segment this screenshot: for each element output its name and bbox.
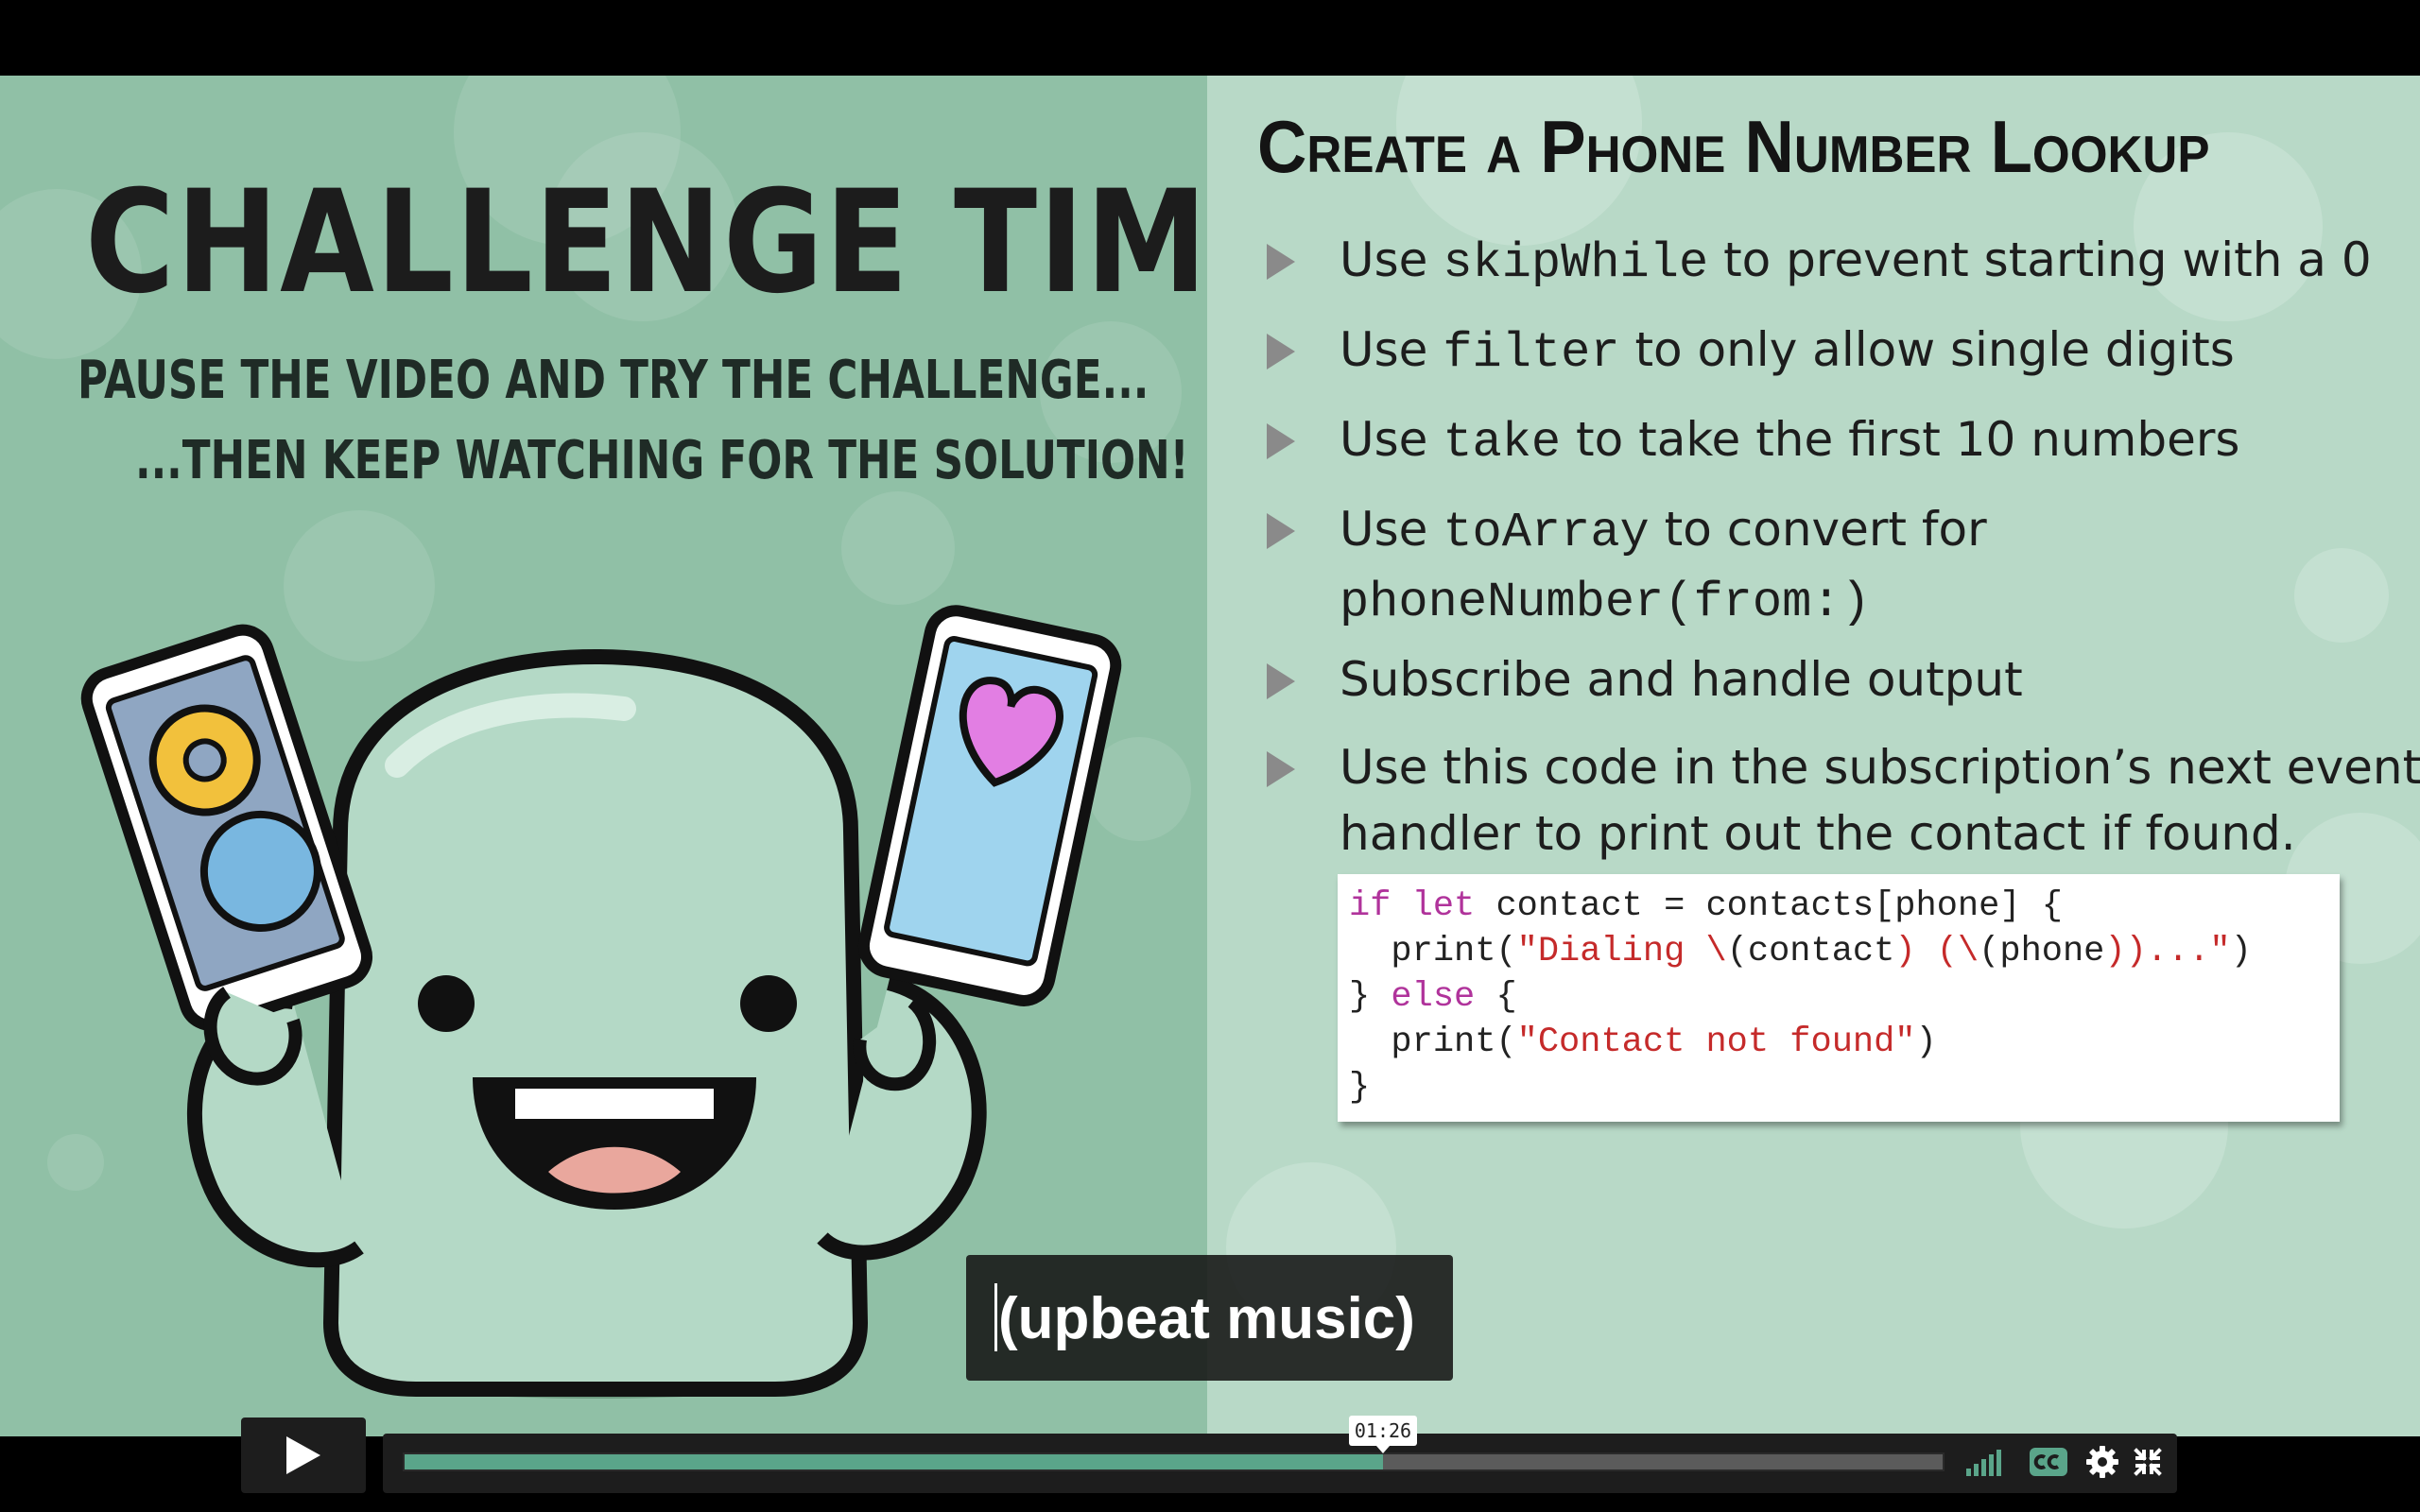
fullscreen-icon[interactable] [2134,1448,2162,1476]
bullet-filter: Use filter to only allow single digits [1257,317,2392,383]
triangle-bullet-icon [1267,334,1295,369]
bullet-use-code: Use this code in the subscription’s next… [1257,734,2420,867]
triangle-bullet-icon [1267,751,1295,787]
bullet-code: toArray [1443,505,1650,560]
bullet-text: Use [1340,412,1443,467]
cc-icon[interactable] [2029,1447,2068,1477]
top-letterbox [0,0,2420,76]
bullet-text: Use [1340,502,1443,557]
triangle-bullet-icon [1267,663,1295,699]
bullet-code-function: phoneNumber(from:) [1340,575,1871,630]
slide-title: Create a Phone Number Lookup [1257,105,2210,188]
bullet-text: Use [1340,322,1443,377]
bullet-text: to take the first 10 numbers [1561,412,2240,467]
current-time-tooltip: 01:26 [1349,1416,1417,1453]
challenge-subtitle-pause: PAUSE THE VIDEO AND TRY THE CHALLENGE... [78,350,1150,411]
bullet-text: Use this code in the subscription’s next… [1340,740,2420,795]
code-snippet: if let contact = contacts[phone] { print… [1349,886,2252,1108]
bullet-take: Use take to take the first 10 numbers [1257,406,2392,472]
volume-icon[interactable] [1964,1446,2008,1480]
bullet-text: Subscribe and handle output [1340,652,2023,707]
bullet-code: skipWhile [1443,235,1709,291]
bullet-subscribe: Subscribe and handle output [1257,646,2392,713]
bullet-text-line2: handler to print out the contact if foun… [1340,806,2296,861]
bullet-text: to convert for [1649,502,1987,557]
bullet-text: Use [1340,232,1443,287]
triangle-bullet-icon [1267,423,1295,459]
bullet-toarray: Use toArray to convert for phoneNumber(fr… [1257,496,2392,630]
triangle-bullet-icon [1267,513,1295,549]
bullet-code: take [1443,415,1562,471]
bullet-skipwhile: Use skipWhile to prevent starting with a… [1257,227,2392,293]
triangle-bullet-icon [1267,244,1295,280]
bullet-text: to prevent starting with a 0 [1708,232,2372,287]
progress-bar[interactable] [403,1452,1945,1471]
challenge-title: CHALLENGE TIME! [85,161,1207,325]
closed-caption: (upbeat music) [966,1255,1453,1381]
bullet-text: to only allow single digits [1619,322,2235,377]
caption-text: (upbeat music) [998,1286,1415,1351]
video-frame[interactable]: CHALLENGE TIME! PAUSE THE VIDEO AND TRY … [0,76,2420,1436]
bullet-code: filter [1443,325,1620,381]
challenge-subtitle-watch: ...THEN KEEP WATCHING FOR THE SOLUTION! [135,430,1189,491]
play-button[interactable] [241,1418,366,1493]
caption-cursor [994,1283,997,1351]
play-icon [286,1436,320,1474]
challenge-panel: CHALLENGE TIME! PAUSE THE VIDEO AND TRY … [0,76,1207,1436]
code-snippet-box: if let contact = contacts[phone] { print… [1338,874,2340,1122]
settings-icon[interactable] [2085,1445,2119,1479]
progress-fill [405,1454,1383,1469]
